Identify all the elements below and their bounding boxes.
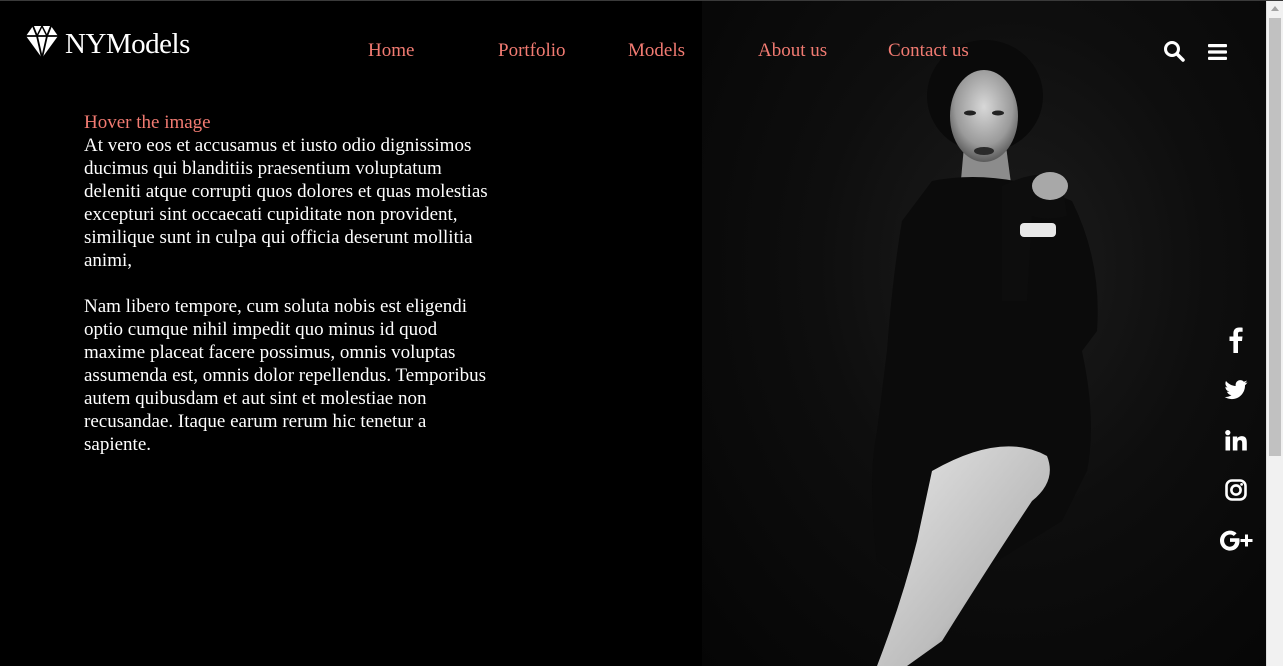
facebook-icon[interactable] bbox=[1216, 325, 1256, 355]
intro-text: Hover the image At vero eos et accusamus… bbox=[84, 111, 494, 456]
search-icon[interactable] bbox=[1163, 40, 1185, 62]
model-photo[interactable] bbox=[702, 1, 1266, 666]
scrollbar-thumb[interactable] bbox=[1269, 18, 1281, 456]
hamburger-menu-icon[interactable] bbox=[1208, 44, 1227, 60]
content-heading: Hover the image bbox=[84, 112, 211, 133]
content-paragraph-2: Nam libero tempore, cum soluta nobis est… bbox=[84, 296, 487, 455]
content-paragraph-1: At vero eos et accusamus et iusto odio d… bbox=[84, 135, 488, 271]
nav-portfolio[interactable]: Portfolio bbox=[498, 40, 566, 62]
nav-home[interactable]: Home bbox=[368, 40, 414, 62]
brand-name: NYModels bbox=[65, 27, 190, 60]
nav-contact-us[interactable]: Contact us bbox=[888, 40, 969, 62]
nav-models[interactable]: Models bbox=[628, 40, 685, 62]
linkedin-icon[interactable] bbox=[1216, 425, 1256, 455]
twitter-icon[interactable] bbox=[1216, 375, 1256, 405]
diamond-icon bbox=[26, 24, 58, 59]
google-plus-icon[interactable] bbox=[1216, 525, 1256, 555]
scroll-up-arrow-icon[interactable] bbox=[1271, 6, 1279, 11]
nav-about-us[interactable]: About us bbox=[758, 40, 827, 62]
model-silhouette bbox=[872, 40, 1098, 666]
brand-logo[interactable]: NYModels bbox=[25, 24, 190, 60]
instagram-icon[interactable] bbox=[1216, 475, 1256, 505]
vertical-scrollbar[interactable] bbox=[1266, 1, 1283, 666]
